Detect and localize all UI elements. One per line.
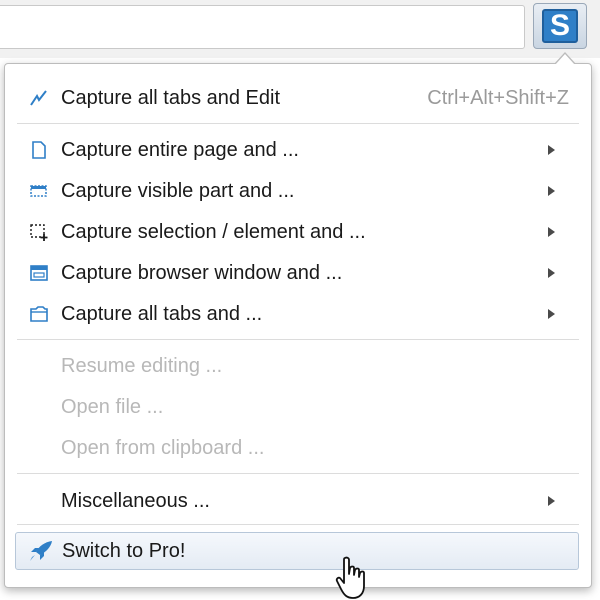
menu-item-label: Resume editing ... <box>61 355 223 377</box>
menu-item-capture-entire-page[interactable]: Capture entire page and ... <box>5 132 591 168</box>
menu-item-label: Capture entire page and ... <box>61 139 299 161</box>
menu-item-capture-all-tabs-edit[interactable]: Capture all tabs and Edit Ctrl+Alt+Shift… <box>5 80 591 116</box>
browser-window-icon <box>30 265 48 281</box>
submenu-arrow-icon <box>548 268 555 278</box>
submenu-arrow-icon <box>548 496 555 506</box>
menu-separator <box>17 524 579 525</box>
submenu-arrow-icon <box>548 227 555 237</box>
menu-item-label: Open from clipboard ... <box>61 437 265 459</box>
menu-item-label: Capture visible part and ... <box>61 180 295 202</box>
menu-separator <box>17 123 579 124</box>
menu-item-label: Capture all tabs and ... <box>61 303 263 325</box>
page-icon <box>32 141 46 159</box>
switch-to-pro-button[interactable]: Switch to Pro! <box>15 532 579 570</box>
menu-item-label: Capture all tabs and Edit <box>61 87 281 109</box>
menu-separator <box>17 473 579 474</box>
menu-item-capture-selection[interactable]: Capture selection / element and ... <box>5 214 591 250</box>
pro-button-label: Switch to Pro! <box>62 540 186 562</box>
menu-item-capture-all-tabs[interactable]: Capture all tabs and ... <box>5 296 591 332</box>
submenu-arrow-icon <box>548 309 555 319</box>
tabs-icon <box>30 306 48 322</box>
menu-item-label: Capture browser window and ... <box>61 262 343 284</box>
address-bar[interactable] <box>0 5 525 49</box>
menu-item-open-file: Open file ... <box>5 389 591 425</box>
menu-item-capture-visible-part[interactable]: Capture visible part and ... <box>5 173 591 209</box>
submenu-arrow-icon <box>548 186 555 196</box>
shortcut-hint: Ctrl+Alt+Shift+Z <box>427 87 569 109</box>
menu-item-open-from-clipboard: Open from clipboard ... <box>5 430 591 466</box>
menu-item-label: Open file ... <box>61 396 164 418</box>
pen-icon <box>30 90 47 106</box>
menu-item-label: Capture selection / element and ... <box>61 221 366 243</box>
menu-item-capture-browser-window[interactable]: Capture browser window and ... <box>5 255 591 291</box>
browser-toolbar: S <box>0 0 600 58</box>
extension-logo-icon: S <box>542 9 578 43</box>
menu-item-resume-editing: Resume editing ... <box>5 348 591 384</box>
menu-item-miscellaneous[interactable]: Miscellaneous ... <box>5 483 591 519</box>
submenu-arrow-icon <box>548 145 555 155</box>
selection-icon <box>30 224 48 241</box>
rocket-icon <box>30 541 52 561</box>
visible-part-icon <box>30 185 47 197</box>
capture-menu-popup: Capture all tabs and Edit Ctrl+Alt+Shift… <box>4 52 592 588</box>
hand-cursor-icon <box>335 556 365 599</box>
menu-separator <box>17 339 579 340</box>
extension-button[interactable]: S <box>533 3 587 49</box>
menu-item-label: Miscellaneous ... <box>61 490 210 512</box>
